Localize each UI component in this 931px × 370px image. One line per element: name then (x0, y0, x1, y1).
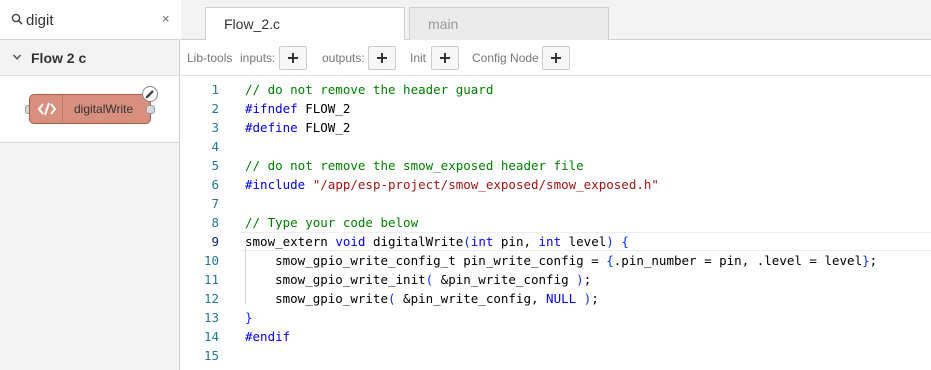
search-icon (11, 13, 23, 25)
node-toolbar: Lib-tools inputs: outputs: Init Config N… (181, 40, 931, 76)
add-output-button[interactable] (368, 46, 396, 70)
config-node-label: Config Node (472, 51, 539, 65)
tab-label: Flow_2.c (224, 16, 281, 32)
tab-main[interactable]: main (409, 7, 609, 40)
init-label: Init (410, 51, 427, 65)
inputs-label: inputs: (240, 51, 276, 65)
code-line[interactable]: smow_gpio_write( &pin_write_config, NULL… (245, 289, 599, 308)
code-line[interactable]: smow_gpio_write_config_t pin_write_confi… (245, 251, 877, 270)
palette-node-list: digitalWrite (0, 76, 179, 143)
lib-tools-label: Lib-tools (187, 51, 233, 65)
clear-icon[interactable]: × (162, 11, 170, 26)
outputs-label: outputs: (322, 51, 365, 65)
code-line[interactable]: // do not remove the header guard (245, 80, 493, 99)
line-number: 4 (211, 139, 219, 154)
plus-icon (440, 53, 450, 63)
line-number: 12 (203, 291, 219, 306)
line-number: 13 (203, 310, 219, 325)
add-config-node-button[interactable] (542, 46, 570, 70)
plus-icon (288, 53, 298, 63)
palette-category-header[interactable]: Flow 2 c (0, 40, 179, 76)
palette-category-label: Flow 2 c (31, 50, 87, 66)
edit-icon[interactable] (142, 86, 158, 102)
line-number: 14 (203, 329, 219, 344)
line-number: 6 (211, 177, 219, 192)
line-number: 2 (211, 101, 219, 116)
add-input-button[interactable] (279, 46, 307, 70)
node-label: digitalWrite (74, 102, 134, 116)
line-number: 10 (203, 253, 219, 268)
tab-label: main (428, 16, 459, 32)
add-init-button[interactable] (431, 46, 459, 70)
line-number: 3 (211, 120, 219, 135)
code-icon (38, 102, 56, 116)
node-output-port (146, 105, 155, 114)
code-line[interactable]: #ifndef FLOW_2 (245, 99, 350, 118)
palette-node-digitalwrite[interactable]: digitalWrite (29, 94, 151, 124)
line-number: 11 (203, 272, 219, 287)
code-line[interactable]: smow_extern void digitalWrite(int pin, i… (245, 232, 629, 251)
tab-bar: Flow_2.c main (181, 0, 931, 41)
node-icon-area (30, 95, 63, 123)
tab-flow-2-c[interactable]: Flow_2.c (205, 7, 405, 41)
plus-icon (377, 53, 387, 63)
palette-sidebar: × Flow 2 c digitalWrite (0, 0, 180, 370)
editor-workspace: Flow_2.c main Lib-tools inputs: outputs:… (181, 0, 931, 370)
chevron-down-icon (12, 52, 22, 65)
line-number: 15 (203, 348, 219, 363)
code-line[interactable]: } (245, 308, 253, 327)
line-number: 8 (211, 215, 219, 230)
line-number-current: 9 (211, 234, 219, 249)
plus-icon (551, 53, 561, 63)
code-line[interactable]: // do not remove the smow_exposed header… (245, 156, 584, 175)
code-line[interactable]: smow_gpio_write_init( &pin_write_config … (245, 270, 591, 289)
code-line[interactable]: #endif (245, 327, 290, 346)
palette-search: × (0, 0, 180, 40)
palette-search-input[interactable] (26, 9, 146, 31)
code-editor[interactable]: 1 2 3 4 5 6 7 8 9 10 11 12 13 14 15 // d… (181, 76, 931, 370)
line-number: 7 (211, 196, 219, 211)
code-line[interactable]: // Type your code below (245, 213, 418, 232)
code-line[interactable]: #define FLOW_2 (245, 118, 350, 137)
line-number: 1 (211, 82, 219, 97)
line-number: 5 (211, 158, 219, 173)
code-line[interactable]: #include "/app/esp-project/smow_exposed/… (245, 175, 659, 194)
